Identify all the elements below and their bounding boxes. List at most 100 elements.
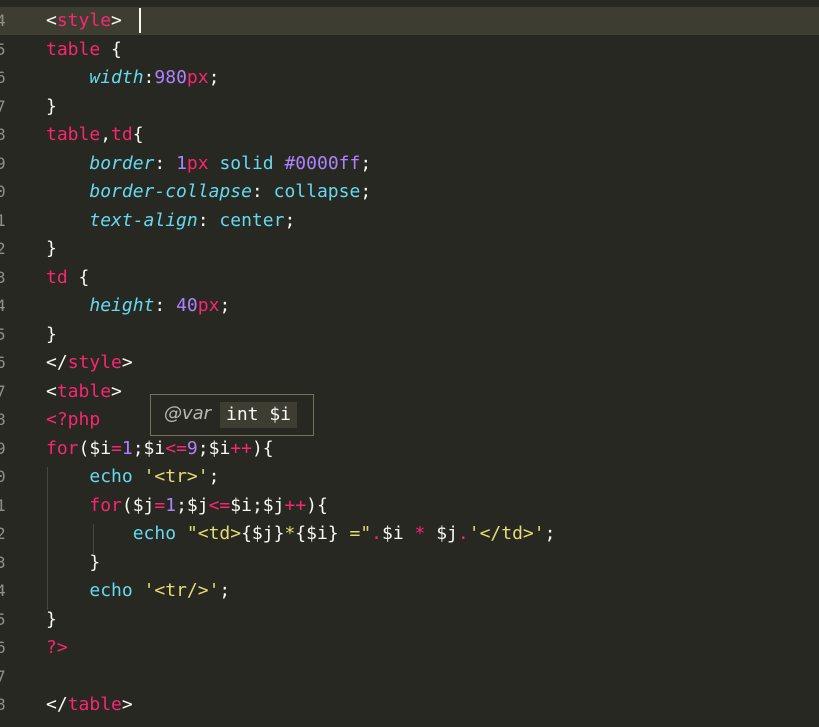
code-token: ++: [230, 437, 252, 459]
code-line[interactable]: 5 table {: [0, 36, 819, 64]
code-text: echo '<tr/>';: [46, 577, 230, 605]
code-token: table: [46, 38, 101, 60]
code-token: $i: [382, 523, 415, 544]
code-line[interactable]: 3 }: [0, 549, 819, 577]
code-text: <style>: [46, 7, 133, 35]
line-number: 3: [0, 552, 6, 572]
code-token: >: [121, 352, 133, 373]
code-text: }: [46, 235, 57, 263]
line-number: 4: [0, 11, 6, 30]
code-token: #0000ff: [284, 152, 361, 174]
code-token: <?php: [46, 409, 101, 430]
code-token: ;: [219, 580, 231, 601]
code-token: :: [154, 152, 177, 174]
code-token: }: [46, 238, 57, 259]
code-line[interactable]: 7: [0, 663, 819, 691]
code-token: echo: [132, 523, 177, 544]
code-token: collapse: [273, 181, 361, 202]
code-token: {: [132, 124, 144, 145]
code-token: }: [46, 608, 57, 630]
code-text: echo "<td>{$j}*{$i} =".$i * $j.'</td>';: [46, 520, 556, 548]
code-line[interactable]: 7 <table>: [0, 378, 819, 406]
code-text: border: 1px solid #0000ff;: [46, 150, 371, 178]
code-line[interactable]: 2}: [0, 235, 819, 263]
code-token: ?>: [46, 637, 68, 658]
code-token: </: [46, 352, 68, 373]
line-number: 6: [0, 638, 6, 657]
code-token: <: [46, 380, 57, 402]
code-line[interactable]: 7}: [0, 93, 819, 121]
code-line[interactable]: 9 for($i=1;$i<=9;$i++){: [0, 435, 819, 463]
code-line[interactable]: 8 <?php: [0, 406, 819, 434]
code-token: *: [414, 523, 426, 544]
code-token: ){: [251, 437, 274, 459]
code-token: </: [46, 694, 68, 715]
code-editor[interactable]: 8 </table> 7 6 ?> 5} 4 echo '<tr/>'; 3 } 2 echo …: [0, 0, 819, 727]
tooltip-type-label: int $i: [220, 402, 298, 428]
code-token: '<tr>': [143, 466, 209, 487]
line-number: 5: [0, 609, 6, 629]
code-text: border-collapse: collapse;: [46, 178, 371, 206]
code-line[interactable]: 8 table,td{: [0, 121, 819, 149]
code-token: ($j: [121, 494, 155, 516]
code-line[interactable]: 0 border-collapse: collapse;: [0, 178, 819, 206]
code-token: =: [111, 437, 122, 459]
line-number: 8: [0, 125, 6, 144]
code-token: .: [457, 523, 469, 544]
code-line[interactable]: 4 echo '<tr/>';: [0, 577, 819, 605]
code-line[interactable]: 4 height: 40px;: [0, 292, 819, 320]
code-text: table,td{: [46, 121, 144, 149]
text-cursor: [139, 8, 141, 33]
code-token: <: [46, 10, 57, 31]
line-number: 0: [0, 467, 6, 486]
code-token: 1: [121, 437, 133, 459]
line-number: 3: [0, 267, 6, 287]
code-line[interactable]: 6 ?>: [0, 634, 819, 662]
code-text: </style>: [46, 349, 133, 377]
code-line[interactable]: 0 echo '<tr>';: [0, 463, 819, 491]
code-token: ;$j: [176, 494, 209, 516]
code-line[interactable]: 6 </style>: [0, 349, 819, 377]
code-token: :: [251, 181, 274, 202]
line-number: 1: [0, 495, 6, 515]
code-token: }: [46, 323, 57, 345]
code-line[interactable]: 5}: [0, 606, 819, 634]
code-text: <?php: [46, 406, 100, 434]
code-token: 40: [176, 295, 198, 316]
code-line[interactable]: 2 echo "<td>{$j}*{$i} =".$i * $j.'</td>'…: [0, 520, 819, 548]
code-token: "<td>: [186, 523, 242, 544]
tooltip-doc-tag: @var: [164, 403, 212, 424]
code-token: td: [111, 124, 133, 145]
code-token: table: [46, 124, 101, 145]
code-token: }: [89, 551, 101, 573]
indent-guide: [93, 524, 94, 555]
code-line[interactable]: 4 <style>: [0, 7, 819, 35]
code-line[interactable]: 1 text-align: center;: [0, 207, 819, 235]
code-text: }: [46, 606, 57, 634]
code-token: .: [371, 523, 383, 544]
code-text: table {: [46, 36, 122, 64]
code-token: 1: [176, 152, 187, 174]
code-line[interactable]: 1 for($j=1;$j<=$i;$j++){: [0, 492, 819, 520]
code-token: 980: [154, 67, 187, 88]
code-text: <table>: [46, 378, 122, 406]
line-number: 7: [0, 96, 6, 116]
line-number: 9: [0, 438, 6, 458]
code-line[interactable]: 8 </table>: [0, 691, 819, 719]
code-line[interactable]: 6 width:980px;: [0, 64, 819, 92]
code-line[interactable]: 3 td {: [0, 264, 819, 292]
code-token: height: [89, 295, 155, 316]
code-token: px: [197, 295, 220, 316]
code-token: echo: [89, 580, 133, 601]
hover-tooltip: @var int $i: [150, 394, 314, 436]
code-line[interactable]: 5}: [0, 321, 819, 349]
code-line[interactable]: 9 border: 1px solid #0000ff;: [0, 150, 819, 178]
